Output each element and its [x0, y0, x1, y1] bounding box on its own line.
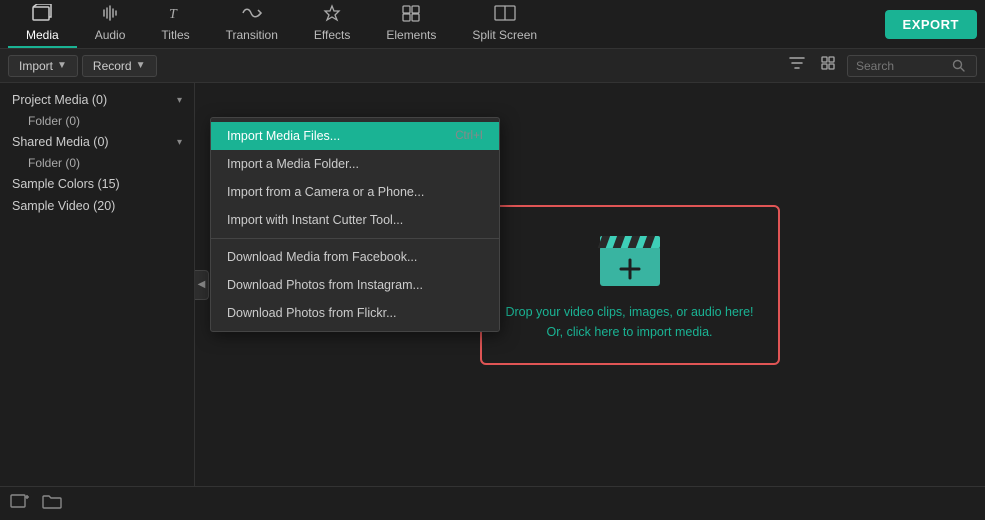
sidebar-subitem-folder-shared[interactable]: Folder (0) — [0, 153, 194, 173]
import-dropdown-menu: Import Media Files... Ctrl+I Import a Me… — [210, 117, 500, 332]
menu-import-camera-label: Import from a Camera or a Phone... — [227, 185, 424, 199]
drop-zone-line2: Or, click here to import media. — [505, 322, 753, 342]
chevron-down-icon: ▾ — [177, 95, 182, 106]
nav-splitscreen-label: Split Screen — [472, 28, 537, 42]
sidebar-sample-colors-label: Sample Colors (15) — [12, 177, 120, 191]
drop-zone-line1: Drop your video clips, images, or audio … — [505, 302, 753, 322]
add-media-icon[interactable] — [10, 492, 30, 515]
record-button[interactable]: Record ▼ — [82, 55, 157, 77]
grid-view-button[interactable] — [815, 53, 843, 78]
import-button[interactable]: Import ▼ — [8, 55, 78, 77]
search-box — [847, 55, 977, 77]
sidebar-sample-video-label: Sample Video (20) — [12, 199, 115, 213]
nav-elements[interactable]: Elements — [368, 0, 454, 48]
svg-text:T: T — [169, 7, 178, 22]
sidebar-project-media-label: Project Media (0) — [12, 93, 107, 107]
chevron-down-icon-2: ▾ — [177, 137, 182, 148]
import-label: Import — [19, 59, 53, 73]
drop-zone[interactable]: Drop your video clips, images, or audio … — [480, 205, 780, 365]
sidebar: Project Media (0) ▾ Folder (0) Shared Me… — [0, 83, 195, 486]
top-nav: Media Audio T Titles Transition — [0, 0, 985, 49]
sidebar-item-sample-video[interactable]: Sample Video (20) — [0, 195, 194, 217]
menu-import-files-label: Import Media Files... — [227, 129, 340, 143]
menu-item-download-flickr[interactable]: Download Photos from Flickr... — [211, 299, 499, 327]
menu-download-instagram-label: Download Photos from Instagram... — [227, 278, 423, 292]
menu-item-import-cutter[interactable]: Import with Instant Cutter Tool... — [211, 206, 499, 234]
toolbar: Import ▼ Record ▼ — [0, 49, 985, 83]
import-dropdown-arrow: ▼ — [57, 60, 67, 71]
splitscreen-icon — [494, 4, 516, 25]
search-icon — [952, 59, 965, 72]
export-button[interactable]: EXPORT — [885, 10, 977, 39]
bottom-bar — [0, 486, 985, 520]
sidebar-item-shared-media[interactable]: Shared Media (0) ▾ — [0, 131, 194, 153]
nav-audio[interactable]: Audio — [77, 0, 144, 48]
nav-transition[interactable]: Transition — [208, 0, 296, 48]
nav-transition-label: Transition — [226, 28, 278, 42]
nav-effects-label: Effects — [314, 28, 350, 42]
menu-item-import-folder[interactable]: Import a Media Folder... — [211, 150, 499, 178]
nav-media[interactable]: Media — [8, 0, 77, 48]
audio-icon — [101, 4, 119, 25]
menu-import-folder-label: Import a Media Folder... — [227, 157, 359, 171]
clapperboard-icon — [595, 228, 665, 290]
sidebar-subitem-folder-project[interactable]: Folder (0) — [0, 111, 194, 131]
nav-elements-label: Elements — [386, 28, 436, 42]
nav-titles-label: Titles — [161, 28, 189, 42]
transition-icon — [241, 4, 263, 25]
menu-item-download-instagram[interactable]: Download Photos from Instagram... — [211, 271, 499, 299]
sidebar-collapse-handle[interactable]: ◀ — [195, 270, 209, 300]
nav-splitscreen[interactable]: Split Screen — [454, 0, 555, 48]
record-label: Record — [93, 59, 132, 73]
filter-icon-button[interactable] — [783, 53, 811, 78]
menu-item-import-camera[interactable]: Import from a Camera or a Phone... — [211, 178, 499, 206]
main-layout: Project Media (0) ▾ Folder (0) Shared Me… — [0, 83, 985, 486]
menu-item-import-files[interactable]: Import Media Files... Ctrl+I — [211, 122, 499, 150]
menu-download-facebook-label: Download Media from Facebook... — [227, 250, 417, 264]
menu-item-download-facebook[interactable]: Download Media from Facebook... — [211, 243, 499, 271]
record-dropdown-arrow: ▼ — [136, 60, 146, 71]
nav-media-label: Media — [26, 28, 59, 42]
nav-audio-label: Audio — [95, 28, 126, 42]
menu-import-cutter-label: Import with Instant Cutter Tool... — [227, 213, 403, 227]
menu-divider — [211, 238, 499, 239]
elements-icon — [401, 4, 421, 25]
nav-effects[interactable]: Effects — [296, 0, 368, 48]
menu-import-files-shortcut: Ctrl+I — [455, 130, 483, 142]
titles-icon: T — [167, 4, 185, 25]
sidebar-shared-media-label: Shared Media (0) — [12, 135, 109, 149]
drop-zone-text: Drop your video clips, images, or audio … — [505, 302, 753, 342]
folder-icon[interactable] — [42, 492, 62, 515]
media-icon — [32, 4, 52, 25]
sidebar-item-sample-colors[interactable]: Sample Colors (15) — [0, 173, 194, 195]
sidebar-item-project-media[interactable]: Project Media (0) ▾ — [0, 89, 194, 111]
effects-icon — [322, 4, 342, 25]
search-input[interactable] — [856, 59, 946, 73]
menu-download-flickr-label: Download Photos from Flickr... — [227, 306, 397, 320]
nav-titles[interactable]: T Titles — [143, 0, 207, 48]
